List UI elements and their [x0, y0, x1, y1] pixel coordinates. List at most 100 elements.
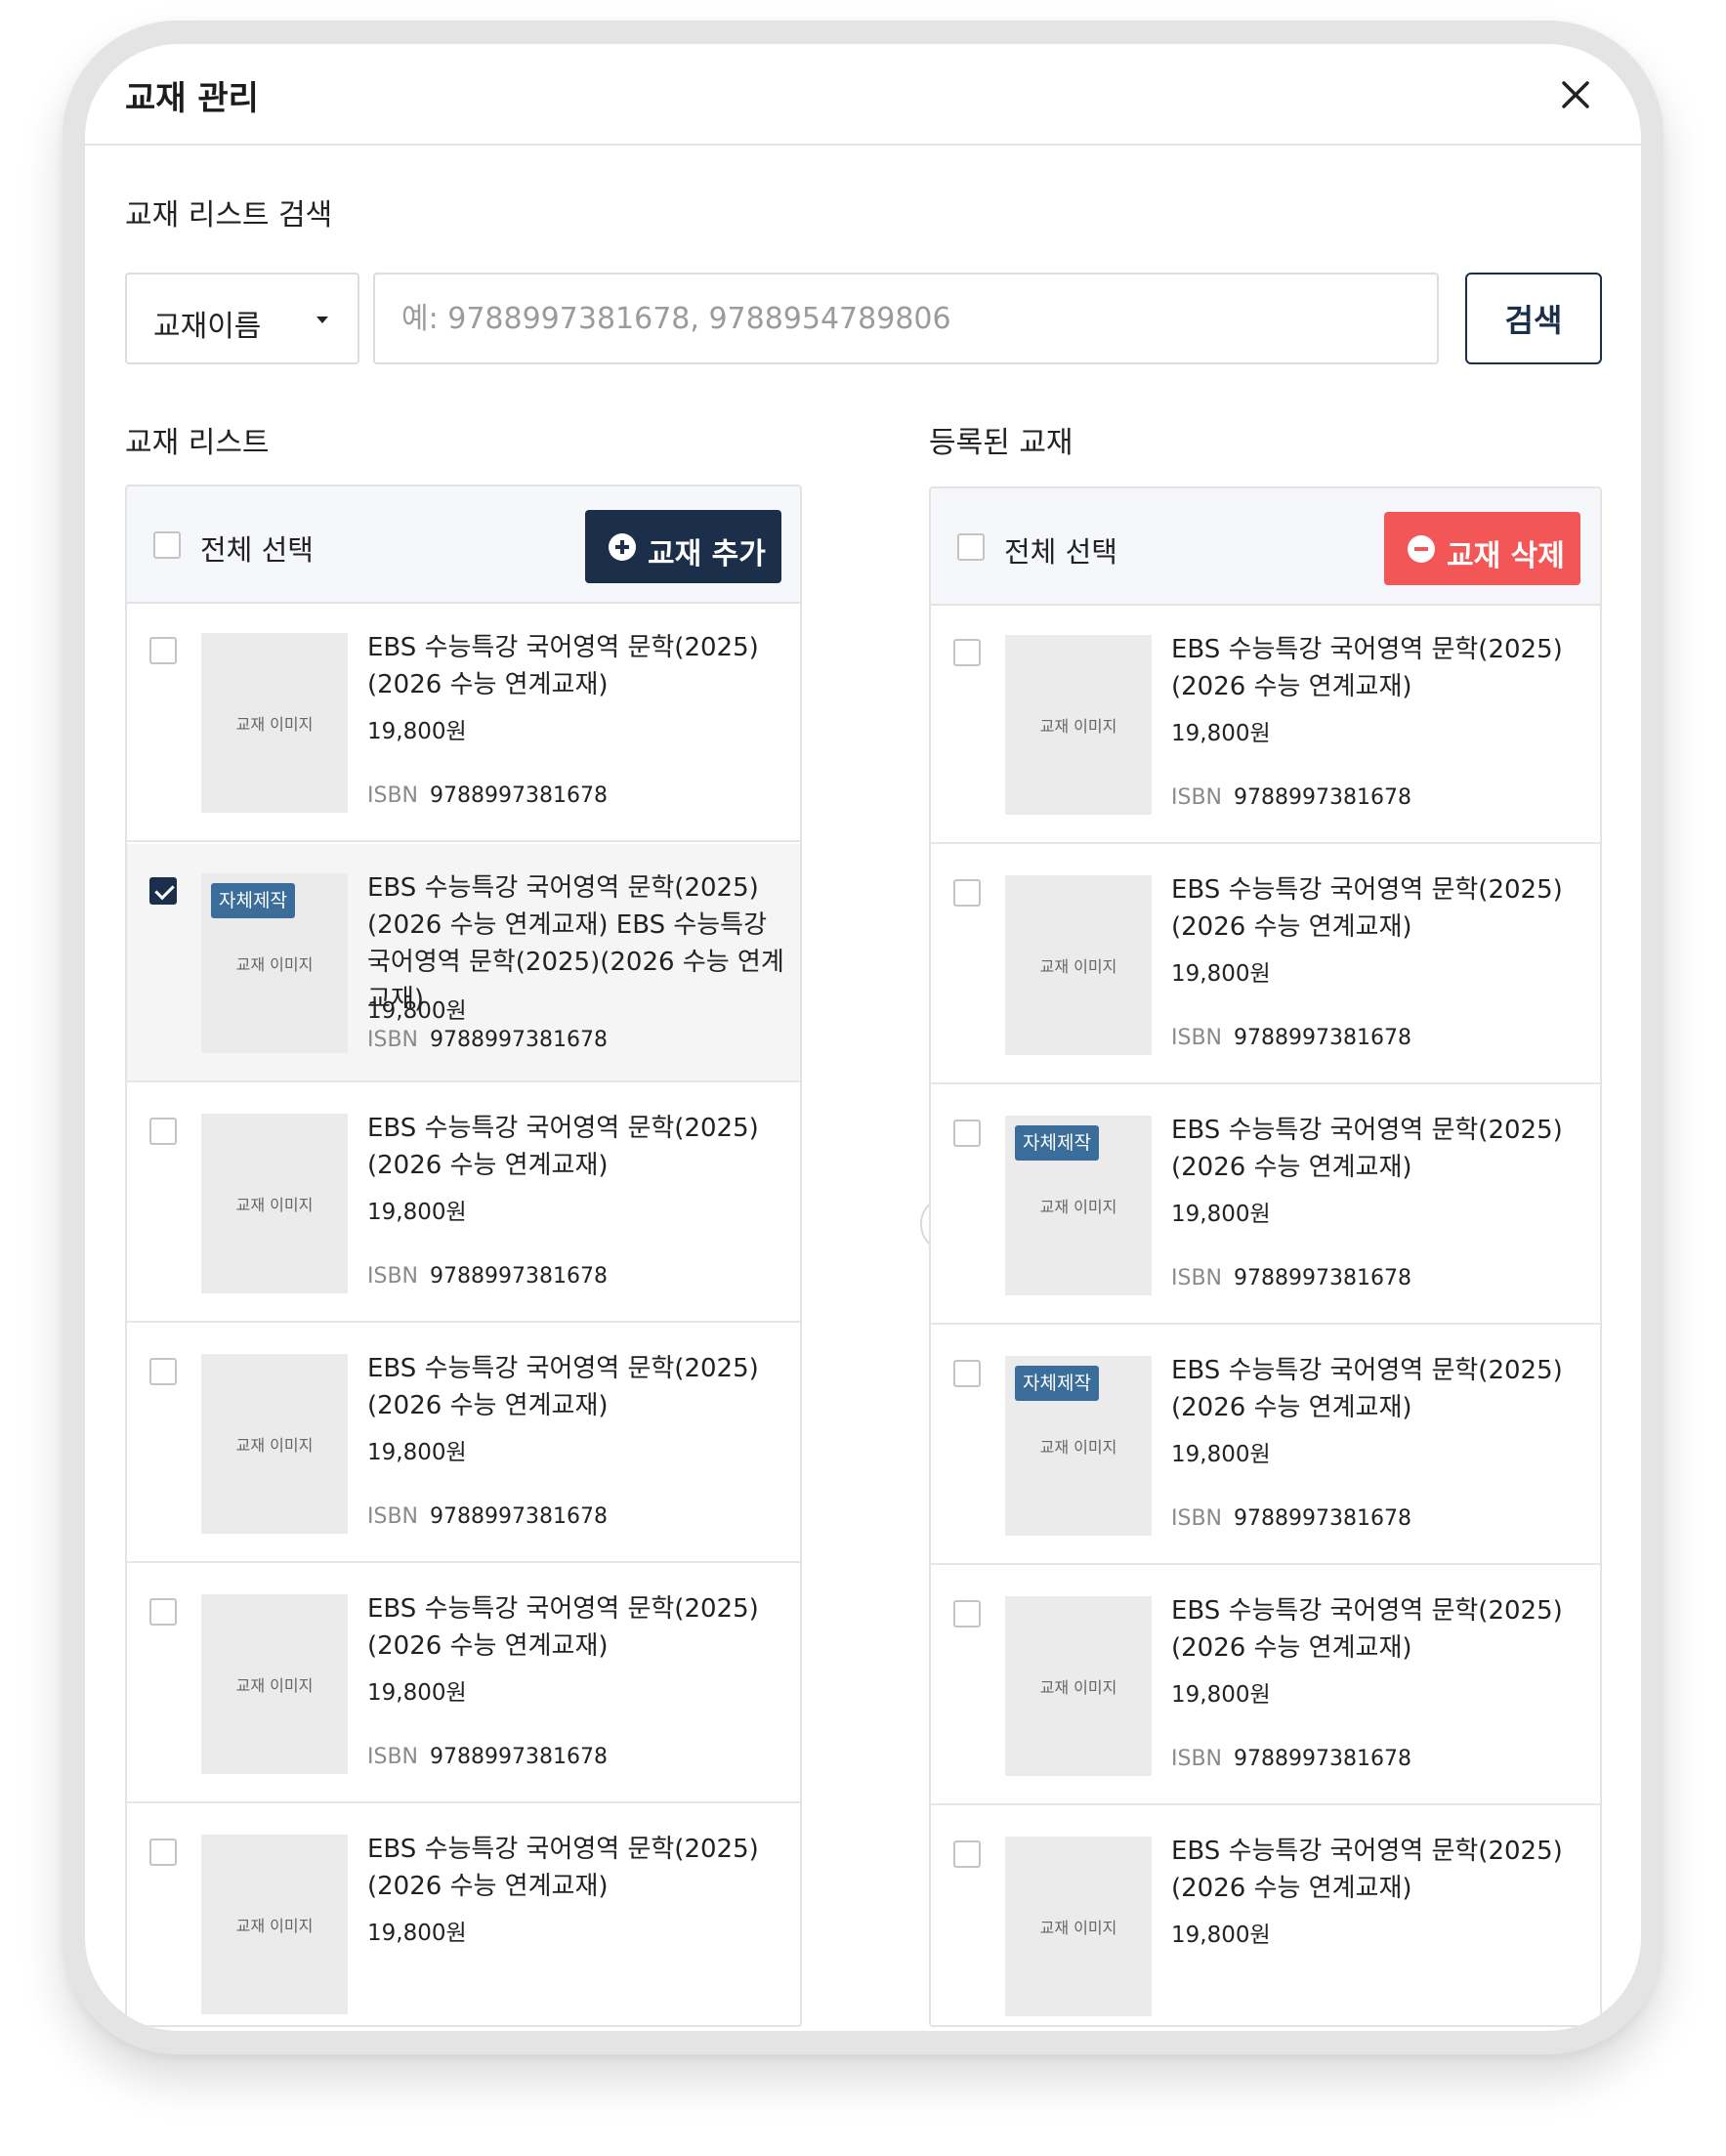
textbook-price: 19,800원	[367, 1680, 467, 1706]
isbn-value: 9788997381678	[430, 1264, 608, 1289]
isbn-label: ISBN	[367, 1745, 419, 1769]
textbook-image: 자체제작 교재 이미지	[201, 873, 348, 1053]
textbook-title: EBS 수능특강 국어영역 문학(2025)(2026 수능 연계교재)	[1171, 1116, 1563, 1182]
select-all-checkbox[interactable]	[153, 531, 181, 559]
item-checkbox[interactable]	[953, 1600, 981, 1628]
list-item[interactable]: 교재 이미지 EBS 수능특강 국어영역 문학(2025)(2026 수능 연계…	[127, 604, 800, 842]
registered-textbooks-label: 등록된 교재	[929, 426, 1073, 460]
list-item[interactable]: 교재 이미지 EBS 수능특강 국어영역 문학(2025)(2026 수능 연계…	[931, 1567, 1600, 1805]
textbook-title: EBS 수능특강 국어영역 문학(2025)(2026 수능 연계교재)	[1171, 1356, 1563, 1422]
textbook-image-placeholder: 교재 이미지	[1039, 1678, 1117, 1697]
textbook-title: EBS 수능특강 국어영역 문학(2025)(2026 수능 연계교재)	[367, 633, 759, 699]
textbook-image: 교재 이미지	[1005, 635, 1152, 815]
registered-textbooks-panel: 전체 선택 교재 삭제 교재 이미지 EBS 수능특강 국어영역 문학(2025…	[929, 486, 1602, 2027]
isbn-value: 9788997381678	[430, 1028, 608, 1052]
isbn-value: 9788997381678	[1234, 785, 1411, 810]
search-section-label: 교재 리스트 검색	[125, 198, 333, 233]
close-button[interactable]	[1558, 77, 1593, 112]
textbook-isbn: ISBN 9788997381678	[1171, 785, 1411, 810]
textbook-price: 19,800원	[367, 1200, 467, 1225]
textbook-price: 19,800원	[1171, 1682, 1271, 1708]
isbn-value: 9788997381678	[430, 1745, 608, 1769]
textbook-list-label: 교재 리스트	[125, 426, 270, 460]
isbn-value: 9788997381678	[430, 783, 608, 808]
textbook-image: 교재 이미지	[1005, 875, 1152, 1055]
list-item[interactable]: 자체제작 교재 이미지 EBS 수능특강 국어영역 문학(2025)(2026 …	[931, 1086, 1600, 1325]
item-checkbox[interactable]	[149, 877, 177, 905]
list-item[interactable]: 교재 이미지 EBS 수능특강 국어영역 문학(2025)(2026 수능 연계…	[127, 1325, 800, 1563]
isbn-label: ISBN	[367, 1028, 419, 1052]
isbn-value: 9788997381678	[1234, 1506, 1411, 1531]
textbook-list-panel-header: 전체 선택 교재 추가	[127, 486, 800, 604]
list-item[interactable]: 자체제작 교재 이미지 EBS 수능특강 국어영역 문학(2025)(2026 …	[127, 844, 800, 1082]
select-all-checkbox[interactable]	[957, 533, 985, 561]
list-item[interactable]: 교재 이미지 EBS 수능특강 국어영역 문학(2025)(2026 수능 연계…	[931, 846, 1600, 1084]
list-item[interactable]: 자체제작 교재 이미지 EBS 수능특강 국어영역 문학(2025)(2026 …	[931, 1327, 1600, 1565]
textbook-price: 19,800원	[1171, 1923, 1271, 1948]
search-button[interactable]: 검색	[1465, 273, 1602, 364]
textbook-image-placeholder: 교재 이미지	[1039, 1198, 1117, 1216]
textbook-isbn: ISBN 9788997381678	[1171, 1747, 1411, 1771]
minus-circle-icon	[1408, 535, 1435, 563]
textbook-isbn: ISBN 9788997381678	[367, 1504, 608, 1529]
item-checkbox[interactable]	[149, 1598, 177, 1626]
item-checkbox[interactable]	[149, 1839, 177, 1866]
item-checkbox[interactable]	[953, 1840, 981, 1868]
list-item[interactable]: 교재 이미지 EBS 수능특강 국어영역 문학(2025)(2026 수능 연계…	[127, 1084, 800, 1323]
textbook-image-placeholder: 교재 이미지	[235, 1196, 314, 1214]
isbn-label: ISBN	[367, 1504, 419, 1529]
textbook-image-placeholder: 교재 이미지	[1039, 1919, 1117, 1937]
item-checkbox[interactable]	[149, 1118, 177, 1145]
search-input[interactable]	[373, 273, 1439, 364]
isbn-label: ISBN	[1171, 1506, 1223, 1531]
isbn-label: ISBN	[1171, 1026, 1223, 1050]
textbook-title: EBS 수능특강 국어영역 문학(2025)(2026 수능 연계교재)	[367, 1114, 759, 1180]
textbook-price: 19,800원	[367, 1921, 467, 1946]
item-checkbox[interactable]	[149, 1358, 177, 1385]
modal-header: 교재 관리	[85, 44, 1641, 146]
textbook-image: 교재 이미지	[201, 1354, 348, 1534]
item-checkbox[interactable]	[149, 637, 177, 664]
item-checkbox[interactable]	[953, 1360, 981, 1387]
textbook-price: 19,800원	[1171, 1202, 1271, 1227]
textbook-price: 19,800원	[1171, 961, 1271, 987]
textbook-image-placeholder: 교재 이미지	[235, 1676, 314, 1695]
textbook-price: 19,800원	[367, 1440, 467, 1465]
list-item[interactable]: 교재 이미지 EBS 수능특강 국어영역 문학(2025)(2026 수능 연계…	[931, 606, 1600, 844]
self-produced-badge: 자체제작	[1015, 1366, 1099, 1401]
textbook-image: 교재 이미지	[201, 1594, 348, 1774]
delete-textbook-button[interactable]: 교재 삭제	[1384, 512, 1580, 585]
isbn-value: 9788997381678	[1234, 1266, 1411, 1290]
textbook-isbn: ISBN 9788997381678	[367, 1264, 608, 1289]
self-produced-badge: 자체제작	[1015, 1125, 1099, 1161]
item-checkbox[interactable]	[953, 879, 981, 907]
isbn-value: 9788997381678	[1234, 1747, 1411, 1771]
textbook-image: 자체제작 교재 이미지	[1005, 1116, 1152, 1295]
textbook-management-modal: 교재 관리 교재 리스트 검색 교재이름 검색 교재 리스트 등록된 교재 전체…	[85, 44, 1641, 2031]
caret-down-icon	[316, 317, 328, 323]
textbook-isbn: ISBN 9788997381678	[367, 1745, 608, 1769]
list-item[interactable]: 교재 이미지 EBS 수능특강 국어영역 문학(2025)(2026 수능 연계…	[931, 1807, 1600, 2025]
list-item[interactable]: 교재 이미지 EBS 수능특강 국어영역 문학(2025)(2026 수능 연계…	[127, 1805, 800, 2025]
textbook-image-placeholder: 교재 이미지	[235, 955, 314, 974]
isbn-label: ISBN	[1171, 1747, 1223, 1771]
textbook-image-placeholder: 교재 이미지	[235, 1917, 314, 1935]
add-textbook-button[interactable]: 교재 추가	[585, 510, 781, 583]
textbook-image: 교재 이미지	[201, 1835, 348, 2014]
textbook-image: 자체제작 교재 이미지	[1005, 1356, 1152, 1536]
isbn-label: ISBN	[1171, 785, 1223, 810]
item-checkbox[interactable]	[953, 1120, 981, 1147]
item-checkbox[interactable]	[953, 639, 981, 666]
textbook-image-placeholder: 교재 이미지	[1039, 957, 1117, 976]
textbook-title: EBS 수능특강 국어영역 문학(2025)(2026 수능 연계교재)	[1171, 1596, 1563, 1663]
registered-panel-header: 전체 선택 교재 삭제	[931, 488, 1600, 606]
search-type-select[interactable]: 교재이름	[125, 273, 359, 364]
add-textbook-button-label: 교재 추가	[648, 537, 766, 571]
textbook-image-placeholder: 교재 이미지	[1039, 1438, 1117, 1457]
plus-circle-icon	[609, 533, 636, 561]
textbook-image: 교재 이미지	[201, 633, 348, 813]
list-item[interactable]: 교재 이미지 EBS 수능특강 국어영역 문학(2025)(2026 수능 연계…	[127, 1565, 800, 1803]
isbn-label: ISBN	[367, 783, 419, 808]
textbook-price: 19,800원	[1171, 721, 1271, 746]
textbook-price: 19,800원	[367, 719, 467, 744]
